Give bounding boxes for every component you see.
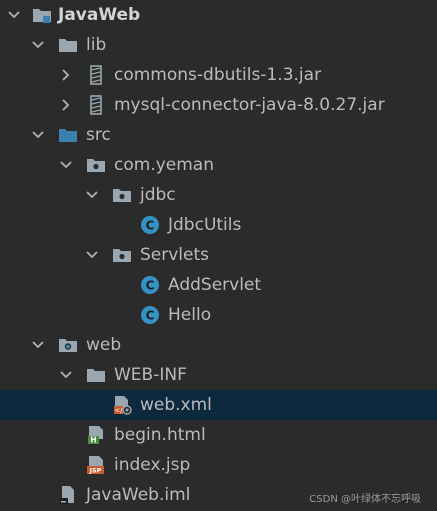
project-tree: JavaWeb lib commons-dbutils-1.3.jar mysq… (0, 0, 437, 510)
tree-node-jar-mysql-connector[interactable]: mysql-connector-java-8.0.27.jar (0, 90, 437, 120)
svg-text:H: H (90, 436, 96, 445)
chevron-down-icon[interactable] (30, 120, 46, 150)
chevron-down-icon[interactable] (30, 30, 46, 60)
tree-node-label: web.xml (140, 395, 212, 415)
tree-node-label: lib (86, 35, 107, 55)
chevron-down-icon[interactable] (6, 0, 22, 30)
chevron-right-icon[interactable] (58, 60, 74, 90)
tree-node-class-jdbcutils[interactable]: C JdbcUtils (0, 210, 437, 240)
svg-text:C: C (146, 219, 155, 233)
package-icon (112, 245, 132, 265)
java-class-icon: C (140, 305, 160, 325)
tree-node-label: com.yeman (114, 155, 214, 175)
source-folder-icon (58, 125, 78, 145)
folder-icon (58, 35, 78, 55)
tree-node-web-inf[interactable]: WEB-INF (0, 360, 437, 390)
tree-node-index-jsp[interactable]: JSP index.jsp (0, 450, 437, 480)
xml-descriptor-icon: </ (112, 395, 132, 415)
tree-node-label: AddServlet (168, 275, 262, 295)
tree-node-label: JavaWeb.iml (86, 485, 191, 505)
package-icon (112, 185, 132, 205)
tree-node-label: Servlets (140, 245, 210, 265)
html-file-icon: H (86, 425, 106, 445)
tree-node-begin-html[interactable]: H begin.html (0, 420, 437, 450)
tree-node-class-addservlet[interactable]: C AddServlet (0, 270, 437, 300)
jar-icon (86, 95, 106, 115)
jsp-file-icon: JSP (86, 455, 106, 475)
tree-node-label: jdbc (140, 185, 176, 205)
tree-node-web[interactable]: web (0, 330, 437, 360)
chevron-down-icon[interactable] (58, 150, 74, 180)
tree-node-label: WEB-INF (114, 365, 187, 385)
tree-node-package-servlets[interactable]: Servlets (0, 240, 437, 270)
svg-text:JSP: JSP (89, 467, 102, 475)
tree-node-javaweb[interactable]: JavaWeb (0, 0, 437, 30)
tree-node-src[interactable]: src (0, 120, 437, 150)
module-folder-icon (32, 5, 52, 25)
tree-node-package-com-yeman[interactable]: com.yeman (0, 150, 437, 180)
web-folder-icon (58, 335, 78, 355)
svg-text:C: C (146, 309, 155, 323)
tree-node-label: index.jsp (114, 455, 191, 475)
java-class-icon: C (140, 215, 160, 235)
package-icon (86, 155, 106, 175)
tree-node-label: begin.html (114, 425, 206, 445)
java-class-icon: C (140, 275, 160, 295)
tree-node-lib[interactable]: lib (0, 30, 437, 60)
chevron-down-icon[interactable] (84, 180, 100, 210)
chevron-down-icon[interactable] (30, 330, 46, 360)
tree-node-web-xml[interactable]: </ web.xml (0, 390, 437, 420)
tree-node-label: Hello (168, 305, 212, 325)
svg-text:</: </ (114, 407, 123, 415)
tree-node-label: commons-dbutils-1.3.jar (114, 65, 322, 85)
svg-text:C: C (146, 279, 155, 293)
jar-icon (86, 65, 106, 85)
chevron-down-icon[interactable] (58, 360, 74, 390)
chevron-down-icon[interactable] (84, 240, 100, 270)
tree-node-label: JdbcUtils (168, 215, 242, 235)
chevron-right-icon[interactable] (58, 90, 74, 120)
tree-node-class-hello[interactable]: C Hello (0, 300, 437, 330)
watermark-text: CSDN @叶绿体不忘呼吸 (309, 494, 421, 505)
tree-node-label: mysql-connector-java-8.0.27.jar (114, 95, 385, 115)
tree-node-label: web (86, 335, 122, 355)
tree-node-package-jdbc[interactable]: jdbc (0, 180, 437, 210)
folder-icon (86, 365, 106, 385)
tree-node-label: JavaWeb (58, 5, 141, 25)
module-file-icon (58, 485, 78, 505)
tree-node-jar-commons-dbutils[interactable]: commons-dbutils-1.3.jar (0, 60, 437, 90)
tree-node-label: src (86, 125, 111, 145)
